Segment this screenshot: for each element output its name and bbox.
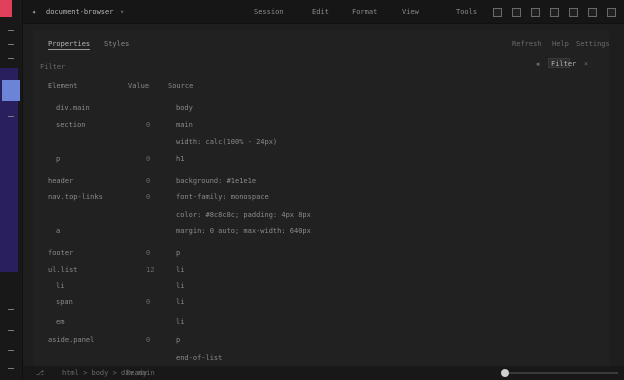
row-source: li [176, 318, 185, 326]
table-row[interactable]: span 0 li [0, 298, 600, 310]
table-row[interactable]: end-of-list [0, 354, 600, 366]
row-source: li [176, 298, 185, 306]
table-row[interactable]: a margin: 0 auto; max-width: 640px [0, 227, 600, 239]
row-source: body [176, 104, 193, 112]
row-source: li [176, 266, 185, 274]
row-source: font-family: monospace [176, 193, 269, 201]
row-source: background: #1e1e1e [176, 177, 257, 185]
row-source: margin: 0 auto; max-width: 640px [176, 227, 311, 235]
row-source: color: #8c8c8c; padding: 4px 8px [176, 211, 311, 219]
row-element: li [56, 282, 65, 290]
scrollbar-thumb[interactable] [501, 369, 509, 377]
status-text: Ready [126, 369, 148, 377]
row-element: a [56, 227, 61, 235]
table-row[interactable]: aside.panel 0 p [0, 336, 600, 348]
row-source: li [176, 282, 185, 290]
row-source: end-of-list [176, 354, 223, 362]
table-row[interactable]: nav.top-links 0 font-family: monospace [0, 193, 600, 205]
row-element: div.main [56, 104, 90, 112]
table-row[interactable]: li li [0, 282, 600, 294]
row-source: width: calc(100% - 24px) [176, 138, 278, 146]
row-value: 0 [146, 249, 151, 257]
row-element: section [56, 121, 86, 129]
table-row[interactable]: em li [0, 318, 600, 330]
table-row[interactable]: div.main body [0, 104, 600, 116]
properties-table: div.main body section 0 main width: calc(100%… [0, 0, 624, 380]
row-source: p [176, 336, 181, 344]
row-element: aside.panel [48, 336, 95, 344]
row-element: em [56, 318, 65, 326]
table-row[interactable]: ul.list 12 li [0, 266, 600, 278]
row-element: span [56, 298, 73, 306]
row-value: 0 [146, 298, 151, 306]
horizontal-scrollbar[interactable] [503, 372, 618, 374]
table-row[interactable]: width: calc(100% - 24px) [0, 138, 600, 150]
row-element: footer [48, 249, 74, 257]
row-element: nav.top-links [48, 193, 103, 201]
row-value: 0 [146, 336, 151, 344]
row-value: 0 [146, 121, 151, 129]
row-source: h1 [176, 155, 185, 163]
table-row[interactable]: footer 0 p [0, 249, 600, 261]
table-row[interactable]: color: #8c8c8c; padding: 4px 8px [0, 211, 600, 223]
table-row[interactable]: header 0 background: #1e1e1e [0, 177, 600, 189]
row-value: 0 [146, 177, 151, 185]
row-element: ul.list [48, 266, 78, 274]
table-row[interactable]: p 0 h1 [0, 155, 600, 167]
row-value: 0 [146, 193, 151, 201]
row-value: 0 [146, 155, 151, 163]
row-source: main [176, 121, 193, 129]
row-element: p [56, 155, 61, 163]
row-element: header [48, 177, 74, 185]
table-row[interactable]: section 0 main [0, 121, 600, 133]
row-source: p [176, 249, 181, 257]
git-icon[interactable]: ⎇ [36, 369, 44, 377]
row-value: 12 [146, 266, 155, 274]
